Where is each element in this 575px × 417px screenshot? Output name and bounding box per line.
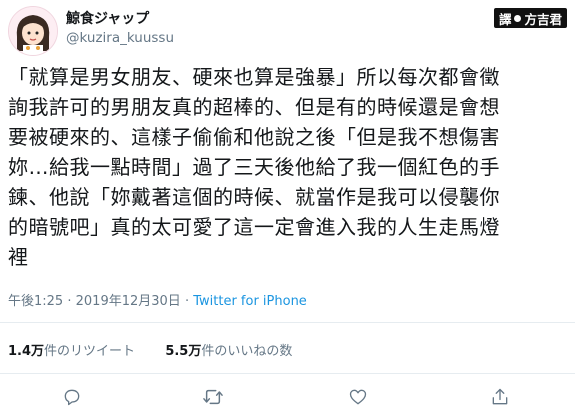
translator-watermark: 譯 方吉君 (493, 8, 567, 28)
like-icon (349, 389, 367, 405)
tweet-time[interactable]: 午後1:25 (8, 294, 63, 309)
retweets-stat[interactable]: 1.4万件のリツイート (8, 344, 135, 359)
retweet-icon (203, 389, 223, 405)
likes-label: 件のいいねの数 (201, 344, 293, 359)
share-icon (492, 388, 508, 405)
tweet-header: 鯨食ジャップ @kuzira_kuussu 譯 方吉君 (0, 0, 575, 60)
tweet-actions (0, 383, 575, 413)
tweet-meta: 午後1:25 · 2019年12月30日 · Twitter for iPhon… (8, 290, 307, 309)
divider (0, 373, 575, 374)
divider (0, 322, 575, 323)
share-button[interactable] (486, 383, 514, 411)
tweet-line: 妳…給我一點時間」過了三天後他給了我一個紅色的手 (8, 155, 500, 179)
like-button[interactable] (344, 383, 372, 411)
user-handle[interactable]: @kuzira_kuussu (66, 30, 174, 46)
retweets-label: 件のリツイート (44, 344, 136, 359)
watermark-left-text: 譯 (498, 11, 512, 27)
avatar[interactable] (8, 6, 58, 56)
tweet-line: 「就算是男女朋友、硬來也算是強暴」所以每次都會徵 (8, 65, 500, 89)
tweet-line: 要被硬來的、這樣子偷偷和他說之後「但是我不想傷害 (8, 125, 500, 149)
retweets-count: 1.4万 (8, 344, 45, 359)
likes-count: 5.5万 (165, 344, 202, 359)
tweet-line: 鍊、他說「妳戴著這個的時候、就當作是我可以侵襲你 (8, 185, 500, 209)
tweet-date[interactable]: 2019年12月30日 (76, 294, 181, 309)
tweet-line: 裡 (8, 245, 29, 269)
retweet-button[interactable] (199, 383, 227, 411)
meta-separator: · (184, 294, 190, 309)
watermark-right-text: 方吉君 (524, 11, 562, 27)
likes-stat[interactable]: 5.5万件のいいねの数 (165, 344, 292, 359)
tweet-line: 的暗號吧」真的太可愛了這一定會進入我的人生走馬燈 (8, 215, 500, 239)
meta-separator: · (67, 294, 72, 309)
tweet-stats: 1.4万件のリツイート 5.5万件のいいねの数 (8, 340, 292, 359)
reply-button[interactable] (58, 383, 86, 411)
reply-icon (64, 389, 80, 406)
avatar-illustration (9, 7, 57, 55)
display-name[interactable]: 鯨食ジャップ (66, 8, 149, 28)
tweet-line: 詢我許可的男朋友真的超棒的、但是有的時候還是會想 (8, 95, 500, 119)
watermark-dot-icon (514, 14, 522, 22)
tweet-text: 「就算是男女朋友、硬來也算是強暴」所以每次都會徵 詢我許可的男朋友真的超棒的、但… (8, 62, 568, 272)
tweet-source-link[interactable]: Twitter for iPhone (193, 294, 307, 309)
